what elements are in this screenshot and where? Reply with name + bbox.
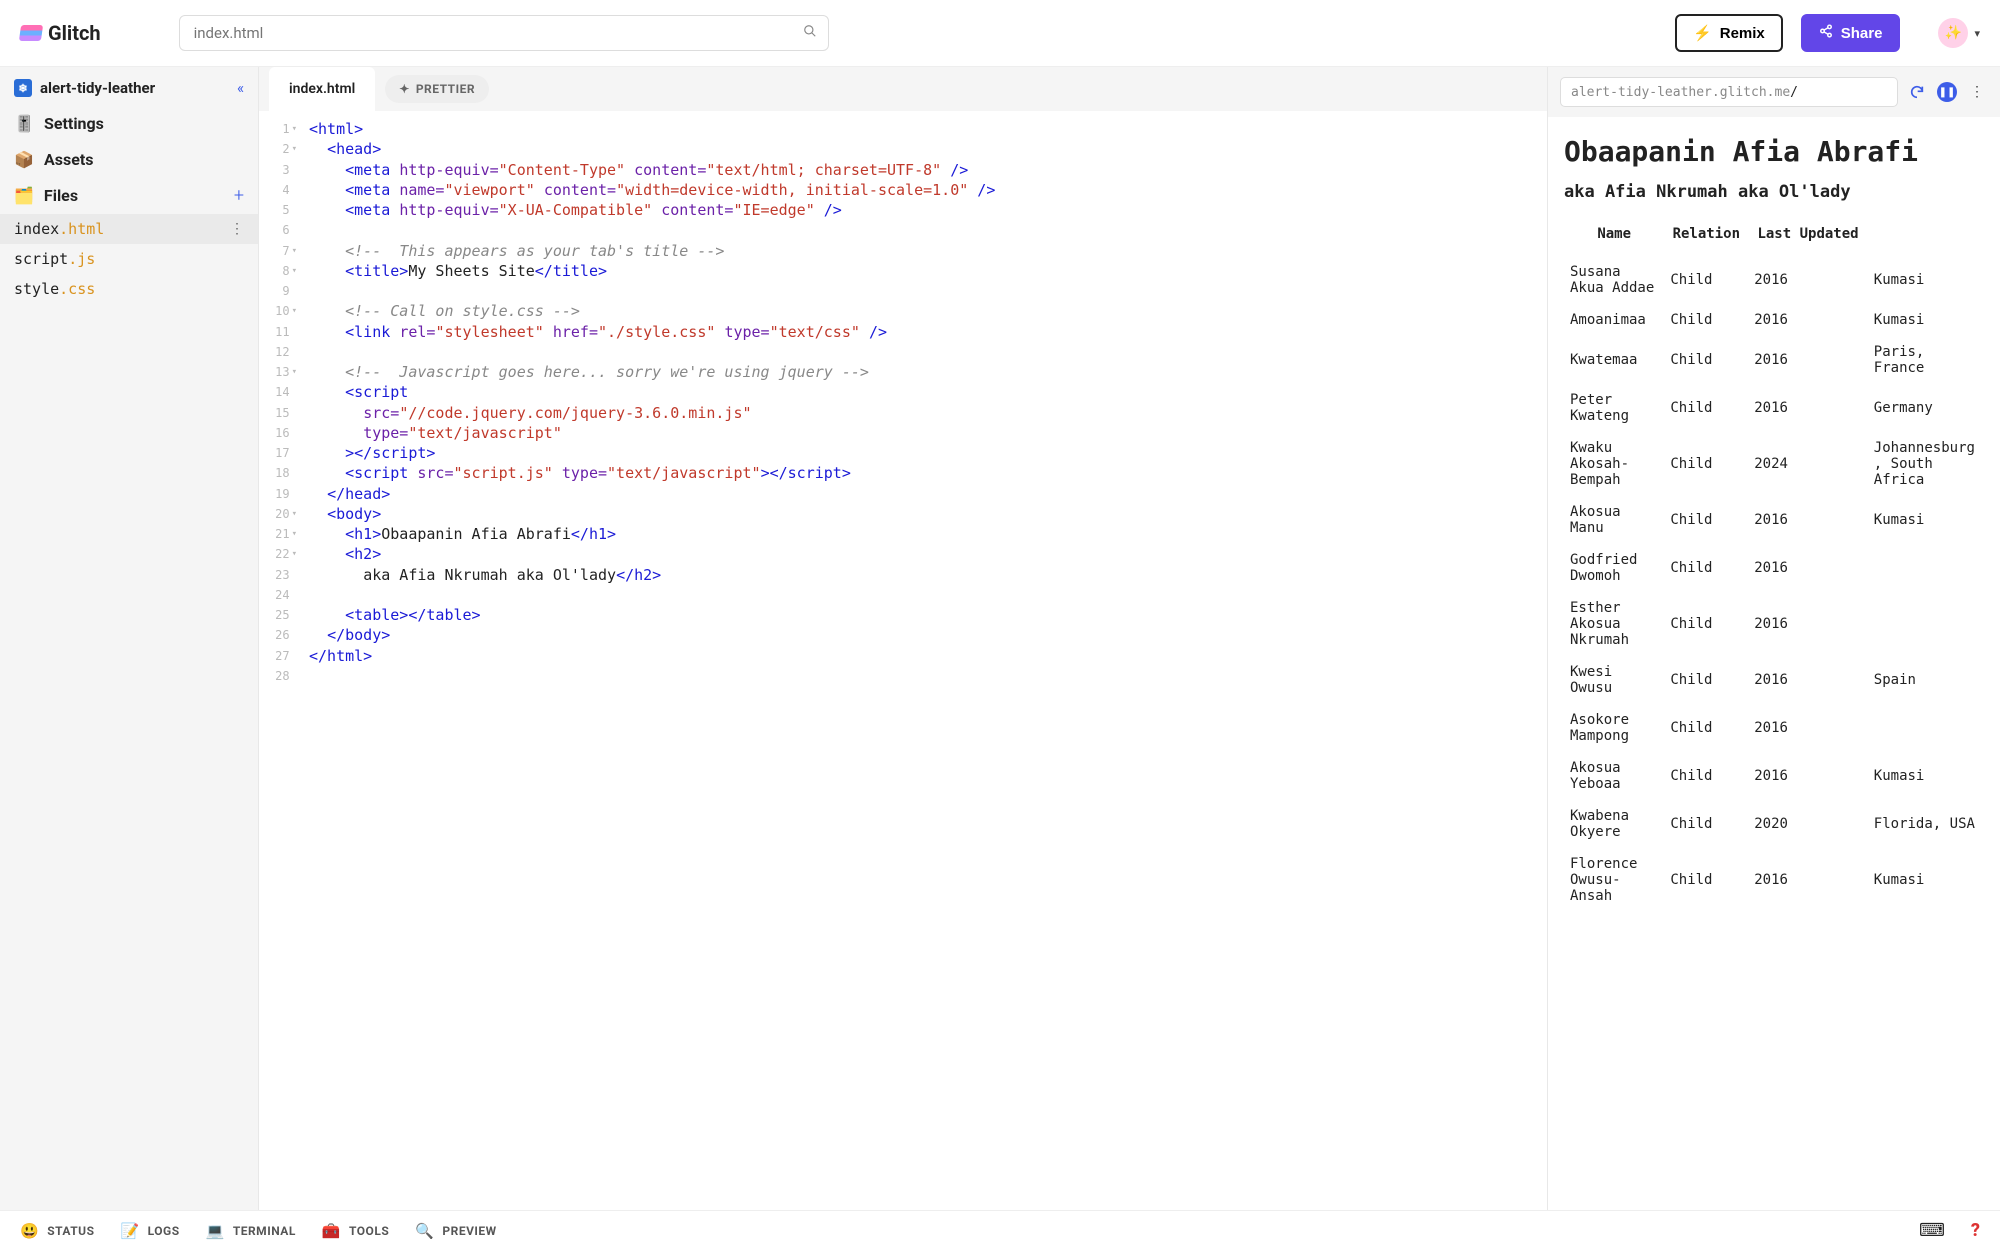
file-menu-button[interactable]: ⋮: [230, 221, 244, 237]
table-row: AmoanimaaChild2016Kumasi: [1564, 304, 1984, 336]
help-button[interactable]: ?: [1971, 1220, 1980, 1241]
file-name: script.js: [14, 250, 95, 268]
search-icon[interactable]: [803, 24, 817, 42]
keyboard-icon[interactable]: ⌨: [1919, 1220, 1945, 1241]
footer-terminal[interactable]: 💻TERMINAL: [206, 1222, 296, 1240]
status-icon: 😃: [20, 1222, 39, 1240]
table-header-row: NameRelationLast Updated: [1564, 220, 1984, 256]
sidebar-item-files[interactable]: 🗂️ Files: [14, 186, 78, 205]
table-row: Akosua YeboaaChild2016Kumasi: [1564, 752, 1984, 800]
chevron-down-icon: ▾: [1974, 27, 1980, 40]
preview-h2: aka Afia Nkrumah aka Ol'lady: [1564, 182, 1984, 202]
table-row: Kwabena OkyereChild2020Florida, USA: [1564, 800, 1984, 848]
sidebar-item-settings[interactable]: 🎚️ Settings: [0, 105, 258, 141]
preview-h1: Obaapanin Afia Abrafi: [1564, 135, 1984, 168]
preview-body: Obaapanin Afia Abrafi aka Afia Nkrumah a…: [1548, 117, 2000, 1210]
avatar: ✨: [1938, 18, 1968, 48]
share-button[interactable]: Share: [1801, 14, 1901, 52]
sidebar-files-header: 🗂️ Files +: [0, 177, 258, 214]
table-row: Kwesi OwusuChild2016Spain: [1564, 656, 1984, 704]
project-header: ❄ alert-tidy-leather «: [0, 67, 258, 105]
tab-label: index.html: [289, 81, 355, 97]
share-icon: [1819, 24, 1833, 42]
editor-pane: index.html ✦ PRETTIER 1▾<html>2▾ <head>3…: [258, 67, 1548, 1210]
table-row: Susana Akua AddaeChild2016Kumasi: [1564, 256, 1984, 304]
sidebar-item-label: Assets: [44, 150, 93, 169]
table-row: Godfried DwomohChild2016: [1564, 544, 1984, 592]
file-item[interactable]: index.html ⋮: [0, 214, 258, 244]
sparkle-icon: ✦: [399, 82, 410, 96]
file-name: style.css: [14, 280, 95, 298]
preview-pane: alert-tidy-leather.glitch.me/ ❚❚ ⋮ Obaap…: [1548, 67, 2000, 1210]
footer-logs[interactable]: 📝LOGS: [120, 1222, 179, 1240]
topbar: Glitch ⚡ Remix Share ✨ ▾: [0, 0, 2000, 67]
refresh-preview-button[interactable]: [1906, 81, 1928, 103]
project-name[interactable]: ❄ alert-tidy-leather: [14, 79, 155, 97]
remix-label: Remix: [1720, 25, 1765, 42]
main: ❄ alert-tidy-leather « 🎚️ Settings 📦 Ass…: [0, 67, 2000, 1210]
logo[interactable]: Glitch: [20, 21, 101, 45]
table-row: Asokore MampongChild2016: [1564, 704, 1984, 752]
sidebar: ❄ alert-tidy-leather « 🎚️ Settings 📦 Ass…: [0, 67, 258, 1210]
project-icon: ❄: [14, 79, 32, 97]
tools-icon: 🧰: [322, 1222, 341, 1240]
assets-icon: 📦: [14, 149, 34, 169]
file-list: index.html ⋮ script.js⋮style.css⋮: [0, 214, 258, 304]
glitch-logo-icon: [19, 25, 43, 41]
footer: 😃STATUS 📝LOGS 💻TERMINAL 🧰TOOLS 🔍PREVIEW …: [0, 1210, 2000, 1250]
table-row: Florence Owusu-AnsahChild2016Kumasi: [1564, 848, 1984, 912]
footer-preview[interactable]: 🔍PREVIEW: [415, 1222, 496, 1240]
preview-table: NameRelationLast Updated Susana Akua Add…: [1564, 220, 1984, 912]
sidebar-item-label: Settings: [44, 114, 104, 133]
share-label: Share: [1841, 25, 1883, 42]
footer-status[interactable]: 😃STATUS: [20, 1222, 94, 1240]
table-row: Peter KwatengChild2016Germany: [1564, 384, 1984, 432]
table-row: Akosua ManuChild2016Kumasi: [1564, 496, 1984, 544]
code-editor[interactable]: 1▾<html>2▾ <head>3 <meta http-equiv="Con…: [259, 111, 1547, 1210]
lightning-icon: ⚡: [1693, 24, 1712, 42]
sidebar-item-assets[interactable]: 📦 Assets: [0, 141, 258, 177]
file-item[interactable]: script.js⋮: [0, 244, 258, 274]
preview-menu-button[interactable]: ⋮: [1966, 81, 1988, 103]
footer-tools[interactable]: 🧰TOOLS: [322, 1222, 389, 1240]
account-menu[interactable]: ✨ ▾: [1918, 18, 1980, 48]
table-header: Relation: [1664, 220, 1748, 256]
terminal-icon: 💻: [206, 1222, 225, 1240]
table-header: Name: [1564, 220, 1664, 256]
search-input[interactable]: [179, 15, 829, 51]
sidebar-item-label: Files: [44, 186, 78, 205]
remix-button[interactable]: ⚡ Remix: [1675, 14, 1783, 52]
pause-icon: ❚❚: [1937, 82, 1957, 102]
preview-url[interactable]: alert-tidy-leather.glitch.me/: [1560, 77, 1898, 107]
editor-tabs: index.html ✦ PRETTIER: [259, 67, 1547, 111]
prettier-button[interactable]: ✦ PRETTIER: [385, 75, 489, 103]
file-item[interactable]: style.css⋮: [0, 274, 258, 304]
settings-icon: 🎚️: [14, 113, 34, 133]
collapse-sidebar-button[interactable]: «: [237, 79, 244, 97]
brand-name: Glitch: [48, 21, 101, 45]
preview-icon: 🔍: [415, 1222, 434, 1240]
preview-toolbar: alert-tidy-leather.glitch.me/ ❚❚ ⋮: [1548, 67, 2000, 117]
logs-icon: 📝: [120, 1222, 139, 1240]
file-name: index.html: [14, 220, 104, 238]
files-icon: 🗂️: [14, 186, 34, 205]
table-row: KwatemaaChild2016Paris, France: [1564, 336, 1984, 384]
pause-preview-button[interactable]: ❚❚: [1936, 81, 1958, 103]
tab-active-file[interactable]: index.html: [269, 67, 375, 111]
table-row: Kwaku Akosah-BempahChild2024Johannesburg…: [1564, 432, 1984, 496]
add-file-button[interactable]: +: [234, 185, 244, 206]
prettier-label: PRETTIER: [416, 82, 475, 96]
search-container: [179, 15, 829, 51]
table-header: Last Updated: [1748, 220, 1868, 256]
table-row: Esther Akosua NkrumahChild2016: [1564, 592, 1984, 656]
table-header: [1868, 220, 1984, 256]
